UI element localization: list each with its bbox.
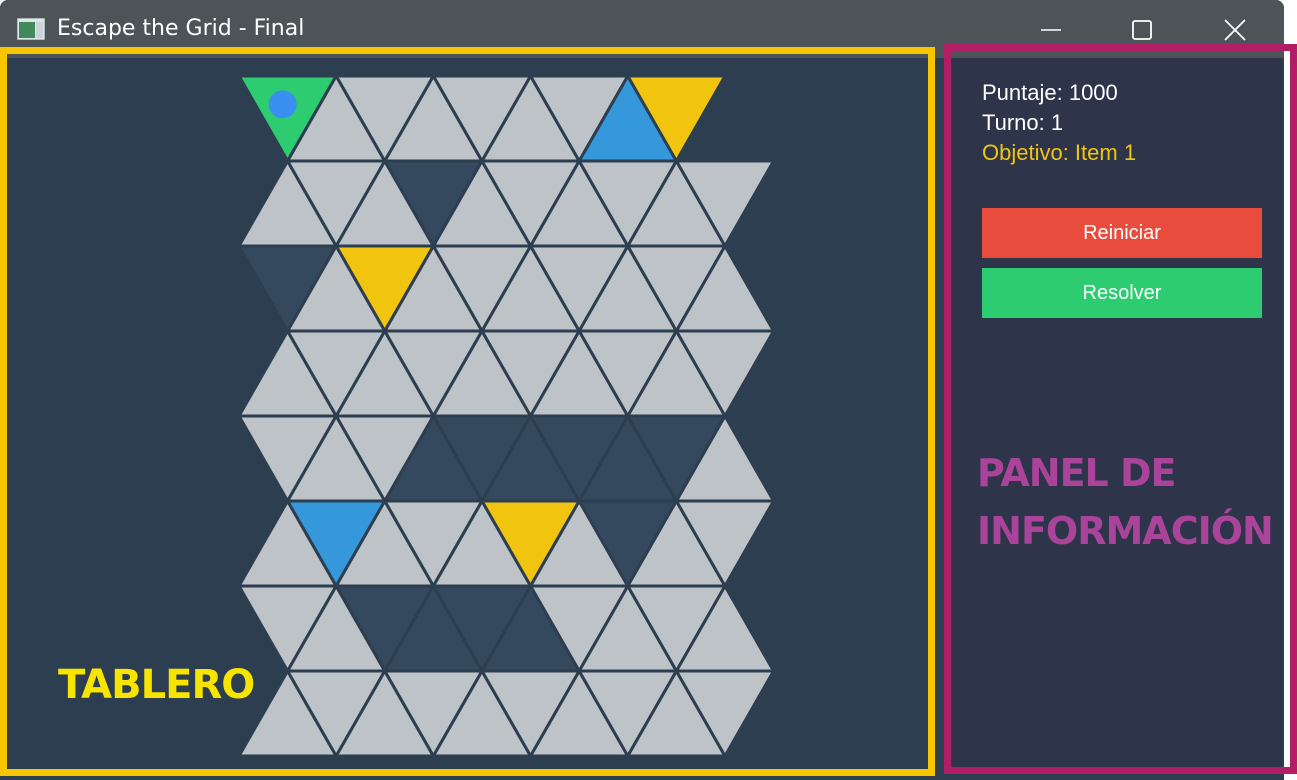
turn-text: Turno: 1 — [982, 110, 1064, 135]
board-label: TABLERO — [58, 662, 255, 708]
maximize-icon — [1132, 20, 1152, 40]
goal-text: Objetivo: Item 1 — [982, 140, 1137, 165]
minimize-icon — [1041, 29, 1061, 31]
minimize-button[interactable] — [1028, 10, 1074, 50]
maximize-button[interactable] — [1119, 10, 1165, 50]
info-panel-label: PANEL DE INFORMACIÓN — [977, 451, 1274, 553]
close-button[interactable] — [1212, 10, 1258, 50]
score-text: Puntaje: 1000 — [982, 80, 1118, 105]
close-icon — [1224, 19, 1246, 41]
app-icon — [17, 18, 45, 40]
reset-button[interactable]: Reiniciar — [982, 208, 1262, 258]
window-title: Escape the Grid - Final — [57, 16, 305, 41]
solve-button[interactable]: Resolver — [982, 268, 1262, 318]
title-bar[interactable]: Escape the Grid - Final — [0, 0, 1284, 58]
player-token — [268, 90, 297, 119]
